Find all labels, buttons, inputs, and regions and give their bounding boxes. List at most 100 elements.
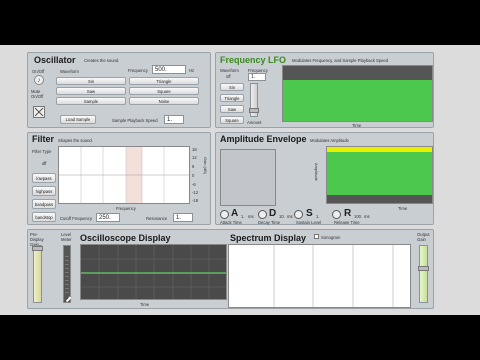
- mute-label: Mute On/Off: [31, 89, 44, 99]
- lfo-square-button[interactable]: Square: [220, 116, 244, 124]
- app-stage: Oscillator Creates the sound. On/Off ♪ M…: [0, 45, 480, 315]
- db-tick: -18: [192, 198, 199, 203]
- wave-sample-button[interactable]: Sample: [56, 97, 126, 105]
- spectrum-title: Spectrum Display: [230, 233, 307, 243]
- envelope-panel: Amplitude Envelope Modulates Amplitude A…: [215, 132, 434, 225]
- oscillator-title: Oscillator: [34, 55, 76, 65]
- scope-title: Oscilloscope Display: [80, 233, 171, 243]
- slider-thumb[interactable]: [249, 108, 259, 113]
- filter-type-label: Filter Type: [32, 149, 52, 154]
- envelope-graph[interactable]: [326, 146, 433, 204]
- attack-unit: ms: [248, 214, 254, 219]
- output-gain-label: Output Gain: [417, 232, 430, 242]
- slider-thumb[interactable]: [32, 246, 43, 251]
- db-tick: 0: [192, 173, 195, 178]
- spectrum-display: [228, 244, 411, 308]
- frequency-input[interactable]: 500.: [152, 65, 186, 74]
- lfo-subtitle: Modulates Frequency, and Sample Playback…: [292, 58, 389, 63]
- release-letter: R: [344, 208, 352, 219]
- slider-thumb[interactable]: [418, 266, 429, 271]
- decay-label: Decay Time: [258, 220, 281, 225]
- mute-toggle[interactable]: [33, 106, 45, 118]
- envelope-fill: [327, 152, 432, 195]
- cutoff-frequency-input[interactable]: 250.: [96, 213, 120, 222]
- knob-icon[interactable]: [220, 210, 229, 219]
- envelope-preview: [220, 149, 276, 206]
- level-meter-ticks: [65, 256, 69, 296]
- lfo-saw-button[interactable]: Saw: [220, 105, 244, 113]
- filter-bandstop-button[interactable]: bandstop: [32, 212, 56, 222]
- filter-bandpass-button[interactable]: bandpass: [32, 199, 56, 209]
- release-unit: ms: [364, 214, 370, 219]
- filter-response-graph[interactable]: [58, 146, 190, 204]
- db-tick: -12: [192, 190, 199, 195]
- load-sample-button[interactable]: Load Sample: [60, 115, 96, 124]
- lfo-amount-label: Amount: [247, 120, 262, 125]
- wave-noise-button[interactable]: Noise: [129, 97, 199, 105]
- attack-letter: A: [231, 208, 239, 219]
- speaker-icon[interactable]: ♪: [34, 75, 44, 85]
- lfo-xlabel: Time: [352, 123, 362, 128]
- output-gain-slider[interactable]: [418, 245, 429, 303]
- release-value: 100.: [354, 214, 363, 219]
- lfo-amount-slider[interactable]: [249, 83, 259, 117]
- db-tick: 18: [192, 147, 197, 152]
- wave-sin-button[interactable]: Sin: [56, 77, 126, 85]
- decay-letter: D: [269, 208, 277, 219]
- sustain-letter: S: [306, 208, 313, 219]
- display-panel: Pre-Display Gain Level Meter ⬈ Oscillosc…: [27, 229, 434, 309]
- envelope-title: Amplitude Envelope: [220, 134, 307, 144]
- scope-xlabel: Time: [140, 302, 150, 307]
- knob-icon[interactable]: [294, 210, 303, 219]
- mouse-cursor-icon: ⬈: [65, 294, 73, 304]
- sustain-value: 1.: [316, 214, 320, 219]
- filter-highpass-button[interactable]: highpass: [32, 186, 56, 196]
- filter-xlabel: Frequency: [116, 206, 136, 211]
- oscilloscope-display: [80, 244, 227, 300]
- knob-icon[interactable]: [258, 210, 267, 219]
- filter-grid: [59, 147, 189, 203]
- wave-saw-button[interactable]: Saw: [56, 87, 126, 95]
- lfo-triangle-button[interactable]: Triangle: [220, 94, 244, 102]
- envelope-ylabel: Amplitude: [314, 163, 319, 181]
- wave-triangle-button[interactable]: Triangle: [129, 77, 199, 85]
- lfo-title: Frequency LFO: [220, 55, 287, 65]
- lfo-frequency-input[interactable]: 1.: [248, 73, 266, 81]
- lfo-sin-button[interactable]: Sin: [220, 83, 244, 91]
- filter-title: Filter: [32, 134, 55, 144]
- envelope-xlabel: Time: [398, 206, 408, 211]
- release-control[interactable]: R 100. ms Release Time: [332, 208, 376, 225]
- resonance-label: Resonance: [146, 216, 168, 221]
- lfo-off-label: off: [226, 74, 231, 79]
- lfo-waveform-label: Waveform: [220, 68, 239, 73]
- filter-panel: Filter Shapes the sound. Filter Type off…: [27, 132, 211, 225]
- envelope-subtitle: Modulates Amplitude: [310, 138, 349, 143]
- pre-gain-slider[interactable]: [32, 245, 43, 303]
- lfo-graph: [282, 65, 433, 122]
- sustain-control[interactable]: S 1. Sustain Level: [294, 208, 334, 225]
- filter-off-button[interactable]: off: [32, 158, 56, 168]
- sustain-label: Sustain Level: [296, 220, 322, 225]
- cutoff-frequency-label: Cutoff Frequency: [60, 216, 93, 221]
- oscillator-subtitle: Creates the sound.: [84, 58, 120, 63]
- level-meter-label: Level Meter: [61, 232, 72, 242]
- filter-db-ticks: 18 12 6 0 -6 -12 -18: [192, 147, 202, 205]
- filter-subtitle: Shapes the sound.: [58, 138, 93, 143]
- filter-lowpass-button[interactable]: lowpass: [32, 173, 56, 183]
- resonance-input[interactable]: 1.: [173, 213, 193, 222]
- sample-speed-label: Sample Playback Speed: [112, 118, 158, 123]
- knob-icon[interactable]: [332, 210, 341, 219]
- on-off-label: On/Off: [32, 69, 45, 74]
- release-label: Release Time: [334, 220, 360, 225]
- attack-value: 1.: [241, 214, 245, 219]
- frequency-unit: Hz: [189, 68, 195, 73]
- db-tick: 12: [192, 155, 197, 160]
- sonogram-checkbox[interactable]: [314, 234, 319, 239]
- oscillator-panel: Oscillator Creates the sound. On/Off ♪ M…: [27, 52, 211, 128]
- lfo-fill: [283, 79, 432, 121]
- sample-speed-input[interactable]: 1.: [164, 115, 184, 124]
- lfo-panel: Frequency LFO Modulates Frequency, and S…: [215, 52, 434, 128]
- spectrum-grid: [273, 245, 394, 307]
- wave-square-button[interactable]: Square: [129, 87, 199, 95]
- db-tick: 6: [192, 164, 195, 169]
